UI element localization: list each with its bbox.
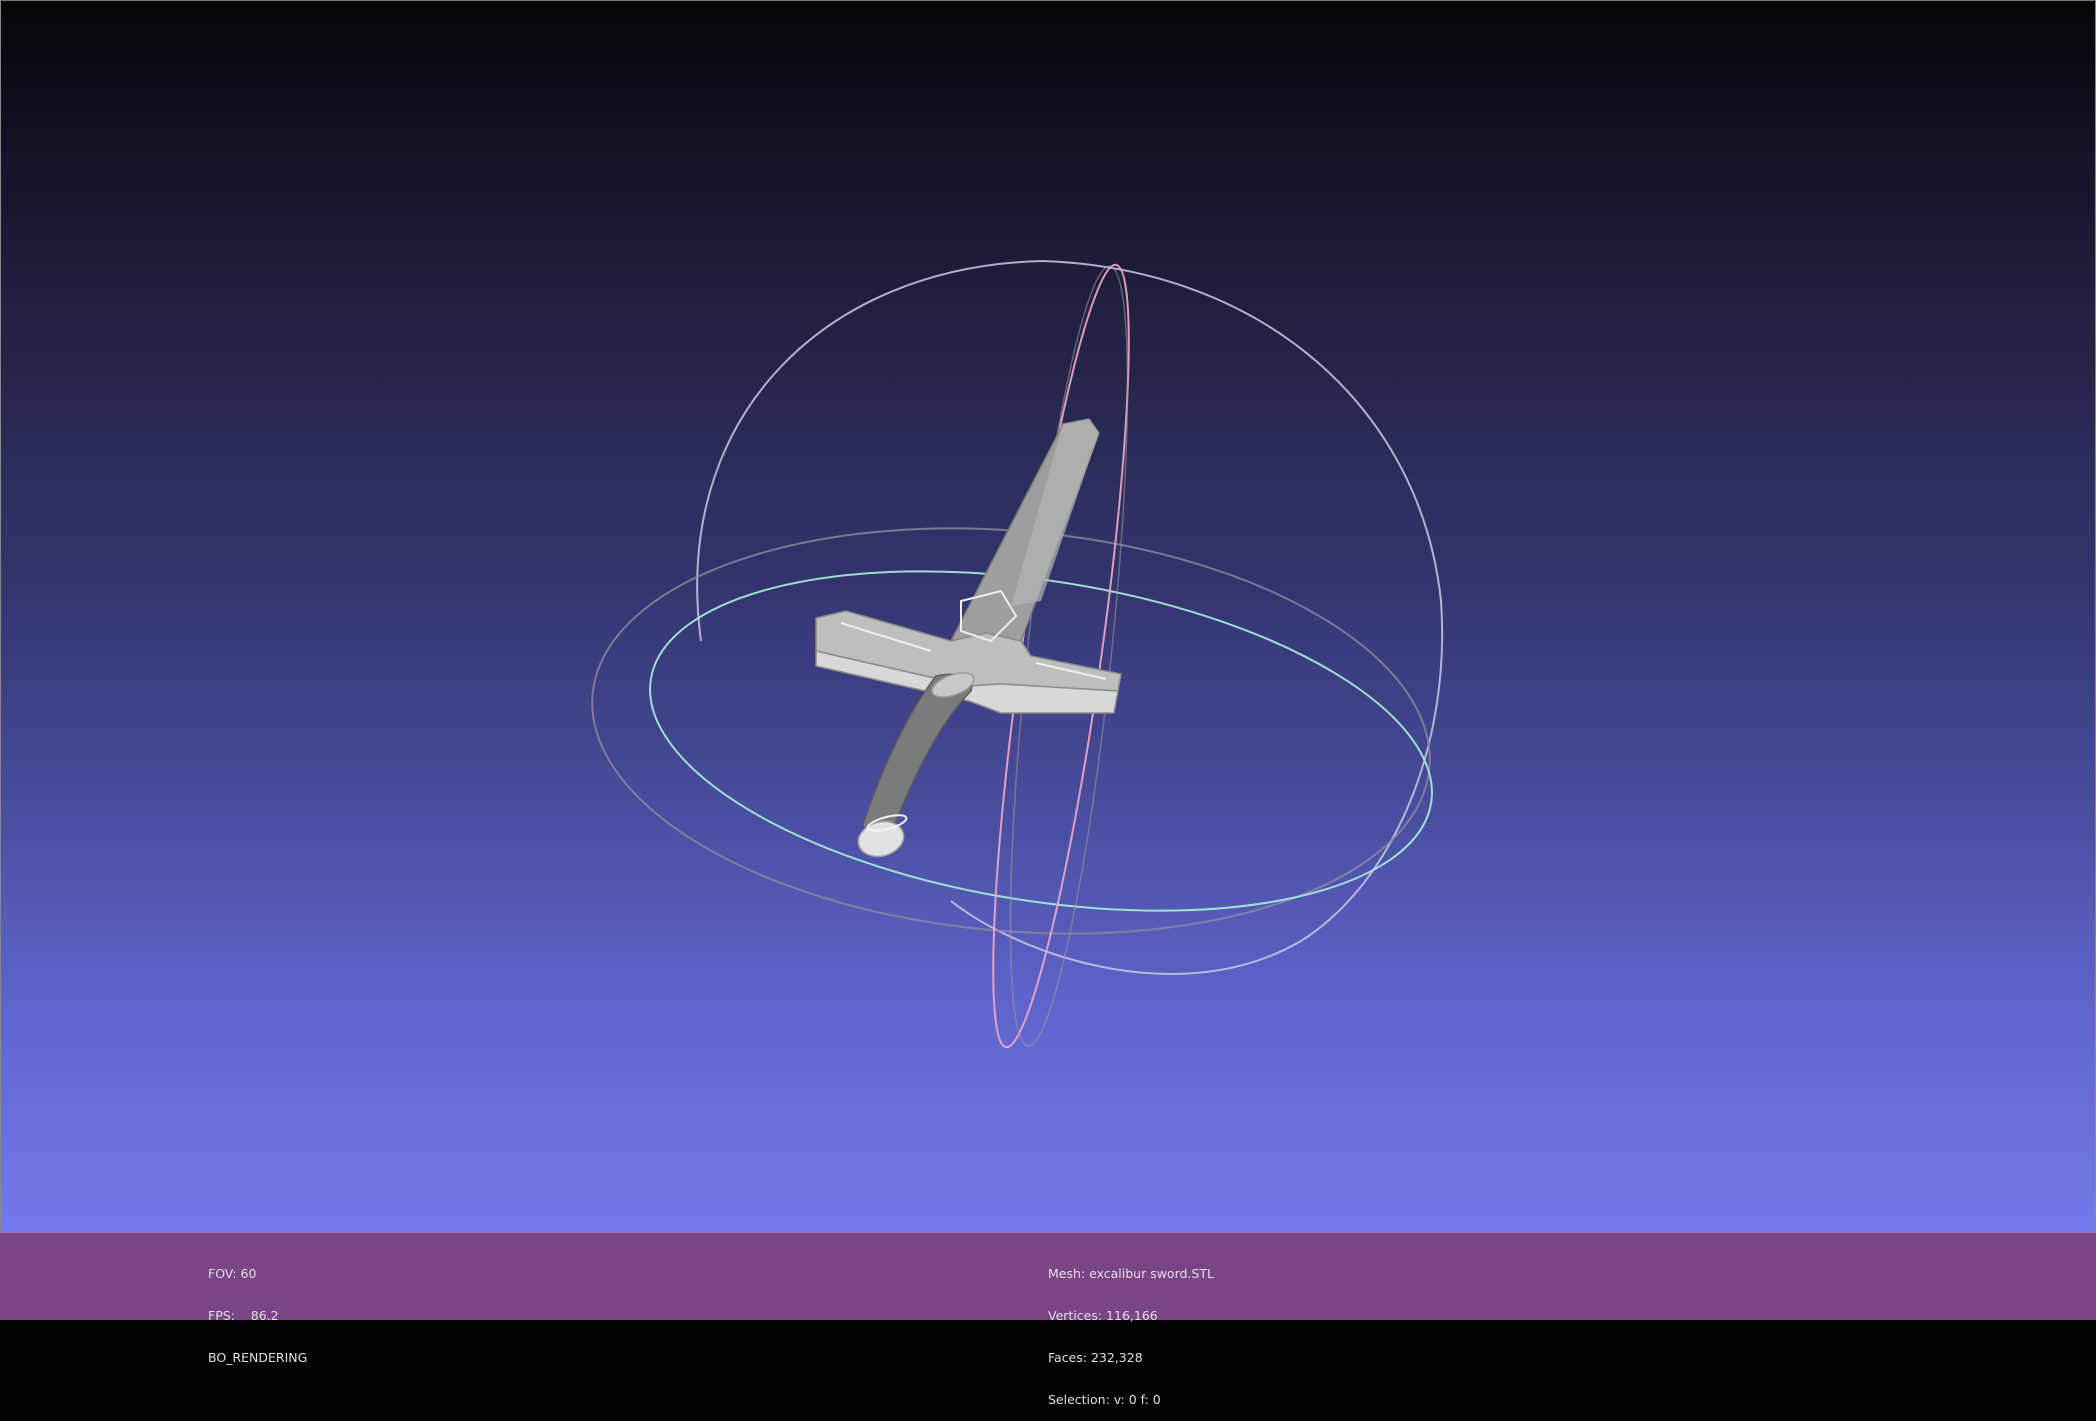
selection-label: Selection: v: 0 f: 0 bbox=[1048, 1392, 1161, 1407]
vertices-label: Vertices: 116,166 bbox=[1048, 1308, 1158, 1323]
faces-label: Faces: 232,328 bbox=[1048, 1350, 1143, 1365]
render-mode-label: BO_RENDERING bbox=[208, 1350, 308, 1365]
sword-grip bbox=[862, 673, 973, 834]
trackball-outer-ring bbox=[696, 259, 1444, 975]
3d-viewport[interactable] bbox=[0, 0, 2096, 1232]
mesh-info-block: Mesh: excalibur sword.STL Vertices: 116,… bbox=[1048, 1239, 1214, 1421]
scene-canvas[interactable] bbox=[1, 1, 2096, 1233]
sword-pommel bbox=[857, 820, 905, 858]
fov-label: FOV: 60 bbox=[208, 1266, 257, 1281]
mesh-name-label: Mesh: excalibur sword.STL bbox=[1048, 1266, 1214, 1281]
sword-mesh[interactable] bbox=[815, 418, 1122, 861]
render-info-block: FOV: 60 FPS: 86.2 BO_RENDERING bbox=[208, 1239, 307, 1379]
fps-label: FPS: 86.2 bbox=[208, 1308, 279, 1323]
